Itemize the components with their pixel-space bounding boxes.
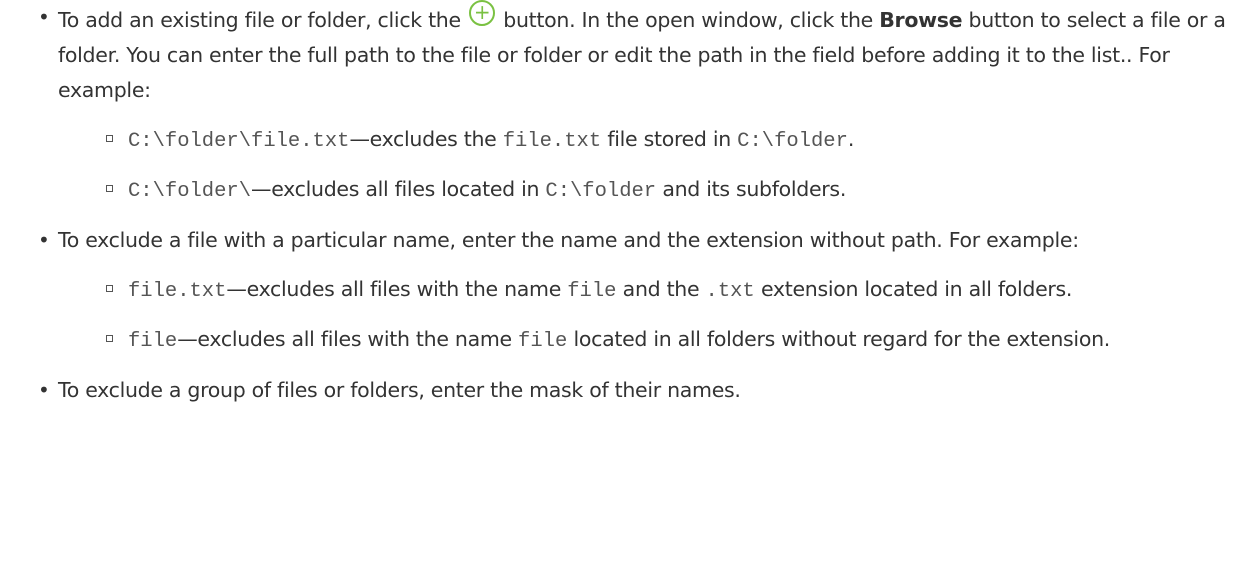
text-segment: —excludes all files located in [251,177,546,201]
bullet: • [38,228,50,252]
text-segment: extension located in all folders. [754,277,1073,301]
text-segment: located in all folders without regard fo… [567,327,1110,351]
sub-item-name-with-ext: file.txt—excludes all files with the nam… [58,272,1213,309]
text-segment: file stored in [601,127,738,151]
square-bullet [106,285,113,292]
plus-circle-icon: + [469,0,496,26]
text-segment: and the [616,277,706,301]
sub-list: C:\folder\file.txt—excludes the file.txt… [58,122,1247,209]
bullet: • [38,378,50,402]
code-name: file [567,280,617,303]
code-path: C:\folder\file.txt [128,130,350,153]
code-name: file [518,330,568,353]
square-bullet [106,185,113,192]
list-item-add-existing: • To add an existing file or folder, cli… [0,0,1247,209]
code-folder: C:\folder [545,180,657,203]
text-segment: —excludes all files with the name [226,277,568,301]
bullet: • [38,5,50,29]
sub-item-name-only: file—excludes all files with the name fi… [58,322,1213,359]
text-segment: —excludes the [349,127,503,151]
text-segment: and its subfolders. [656,177,847,201]
sub-item-file-path: C:\folder\file.txt—excludes the file.txt… [58,122,1247,159]
text-segment: To add an existing file or folder, click… [58,8,461,32]
code-filename: file.txt [128,280,227,303]
text-segment: —excludes all files with the name [177,327,519,351]
code-folder: C:\folder [737,130,848,153]
paragraph: To add an existing file or folder, click… [58,0,1238,108]
text-segment: button. In the open window, click the [503,8,873,32]
paragraph: To exclude a file with a particular name… [58,228,1079,252]
sub-item-folder-path: C:\folder\—excludes all files located in… [58,172,1247,209]
square-bullet [106,335,113,342]
list-item-exclude-name: • To exclude a file with a particular na… [0,223,1247,359]
paragraph: To exclude a group of files or folders, … [58,378,741,402]
text-segment: . [847,127,855,151]
square-bullet [106,135,113,142]
list-item-exclude-group: • To exclude a group of files or folders… [0,373,1247,408]
code-name: file [128,330,178,353]
code-extension: .txt [705,280,755,303]
sub-list: file.txt—excludes all files with the nam… [58,272,1247,359]
code-path: C:\folder\ [128,180,252,203]
code-filename: file.txt [502,130,602,153]
browse-label: Browse [879,8,963,32]
main-list: • To add an existing file or folder, cli… [0,0,1247,408]
document-body: • To add an existing file or folder, cli… [0,0,1247,585]
